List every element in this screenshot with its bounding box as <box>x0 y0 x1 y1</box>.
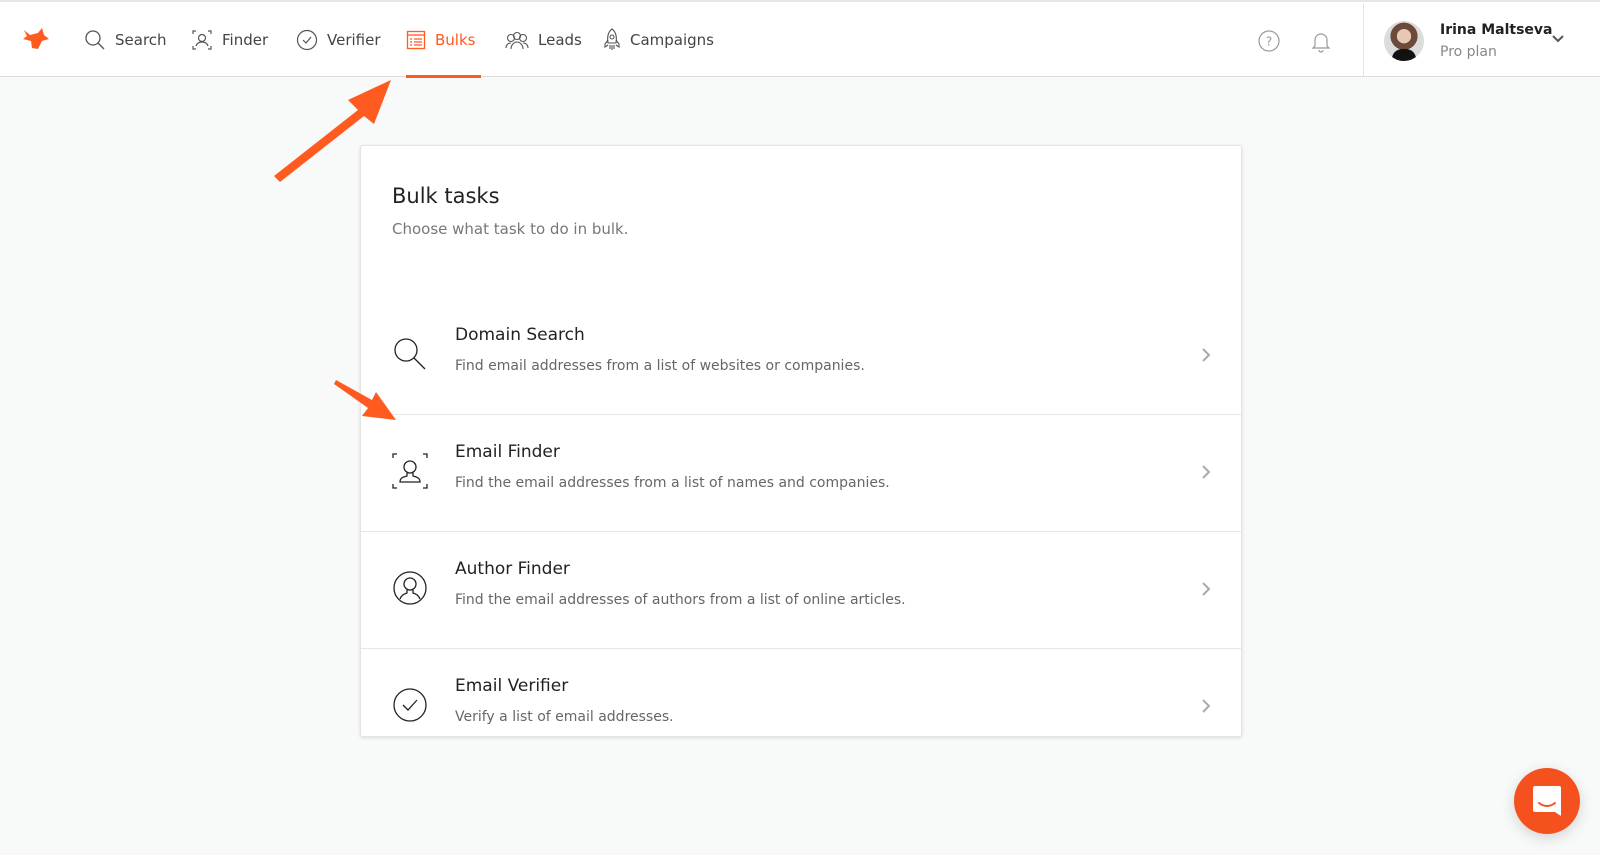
verifier-check-icon <box>296 29 318 50</box>
nav-finder[interactable]: Finder <box>191 2 268 77</box>
nav-verifier-label: Verifier <box>327 30 381 49</box>
top-navbar: Search Finder Verifier Bulks Leads Campa… <box>0 2 1600 78</box>
search-icon <box>85 29 105 49</box>
finder-icon <box>192 29 212 50</box>
task-email-finder[interactable]: Email Finder Find the email addresses fr… <box>361 415 1241 532</box>
task-title: Author Finder <box>455 559 570 579</box>
task-title: Email Finder <box>455 442 560 462</box>
chevron-right-icon <box>1202 465 1211 479</box>
nav-verifier[interactable]: Verifier <box>296 2 381 77</box>
author-icon <box>393 571 427 605</box>
chat-icon <box>1533 786 1561 816</box>
task-description: Find the email addresses from a list of … <box>455 475 890 491</box>
task-author-finder[interactable]: Author Finder Find the email addresses o… <box>361 532 1241 649</box>
user-name[interactable]: Irina Maltseva <box>1440 22 1552 38</box>
nav-search[interactable]: Search <box>84 2 167 77</box>
nav-bulks-label: Bulks <box>435 30 476 49</box>
help-circle-icon[interactable]: ? <box>1257 29 1281 53</box>
task-description: Find email addresses from a list of webs… <box>455 358 865 374</box>
leads-people-icon <box>505 31 529 49</box>
nav-campaigns[interactable]: Campaigns <box>603 2 714 77</box>
task-title: Domain Search <box>455 325 585 345</box>
user-plan: Pro plan <box>1440 44 1497 60</box>
chevron-right-icon <box>1202 582 1211 596</box>
task-description: Verify a list of email addresses. <box>455 709 674 725</box>
task-description: Find the email addresses of authors from… <box>455 592 906 608</box>
navbar-divider <box>1363 4 1364 77</box>
page-title: Bulk tasks <box>392 184 500 208</box>
bulks-list-icon <box>406 30 426 49</box>
search-icon <box>394 338 426 370</box>
chevron-down-icon[interactable] <box>1552 35 1564 43</box>
task-email-verifier[interactable]: Email Verifier Verify a list of email ad… <box>361 649 1241 766</box>
nav-bulks[interactable]: Bulks <box>406 2 482 78</box>
page-subtitle: Choose what task to do in bulk. <box>392 220 629 238</box>
nav-finder-label: Finder <box>222 30 269 49</box>
task-title: Email Verifier <box>455 676 569 696</box>
nav-campaigns-label: Campaigns <box>630 30 715 49</box>
avatar[interactable] <box>1384 21 1424 61</box>
finder-icon <box>392 453 428 489</box>
nav-leads-label: Leads <box>538 30 582 49</box>
nav-search-label: Search <box>115 30 167 49</box>
bell-icon[interactable] <box>1309 29 1333 53</box>
chat-button[interactable] <box>1514 768 1580 834</box>
fox-logo-icon[interactable] <box>20 26 50 52</box>
chevron-right-icon <box>1202 699 1211 713</box>
svg-text:?: ? <box>1266 35 1272 49</box>
chevron-right-icon <box>1202 348 1211 362</box>
campaigns-rocket-icon <box>604 27 620 50</box>
bulk-tasks-card: Bulk tasks Choose what task to do in bul… <box>360 145 1242 737</box>
task-domain-search[interactable]: Domain Search Find email addresses from … <box>361 298 1241 415</box>
nav-leads[interactable]: Leads <box>505 2 582 77</box>
verifier-check-icon <box>393 688 427 722</box>
